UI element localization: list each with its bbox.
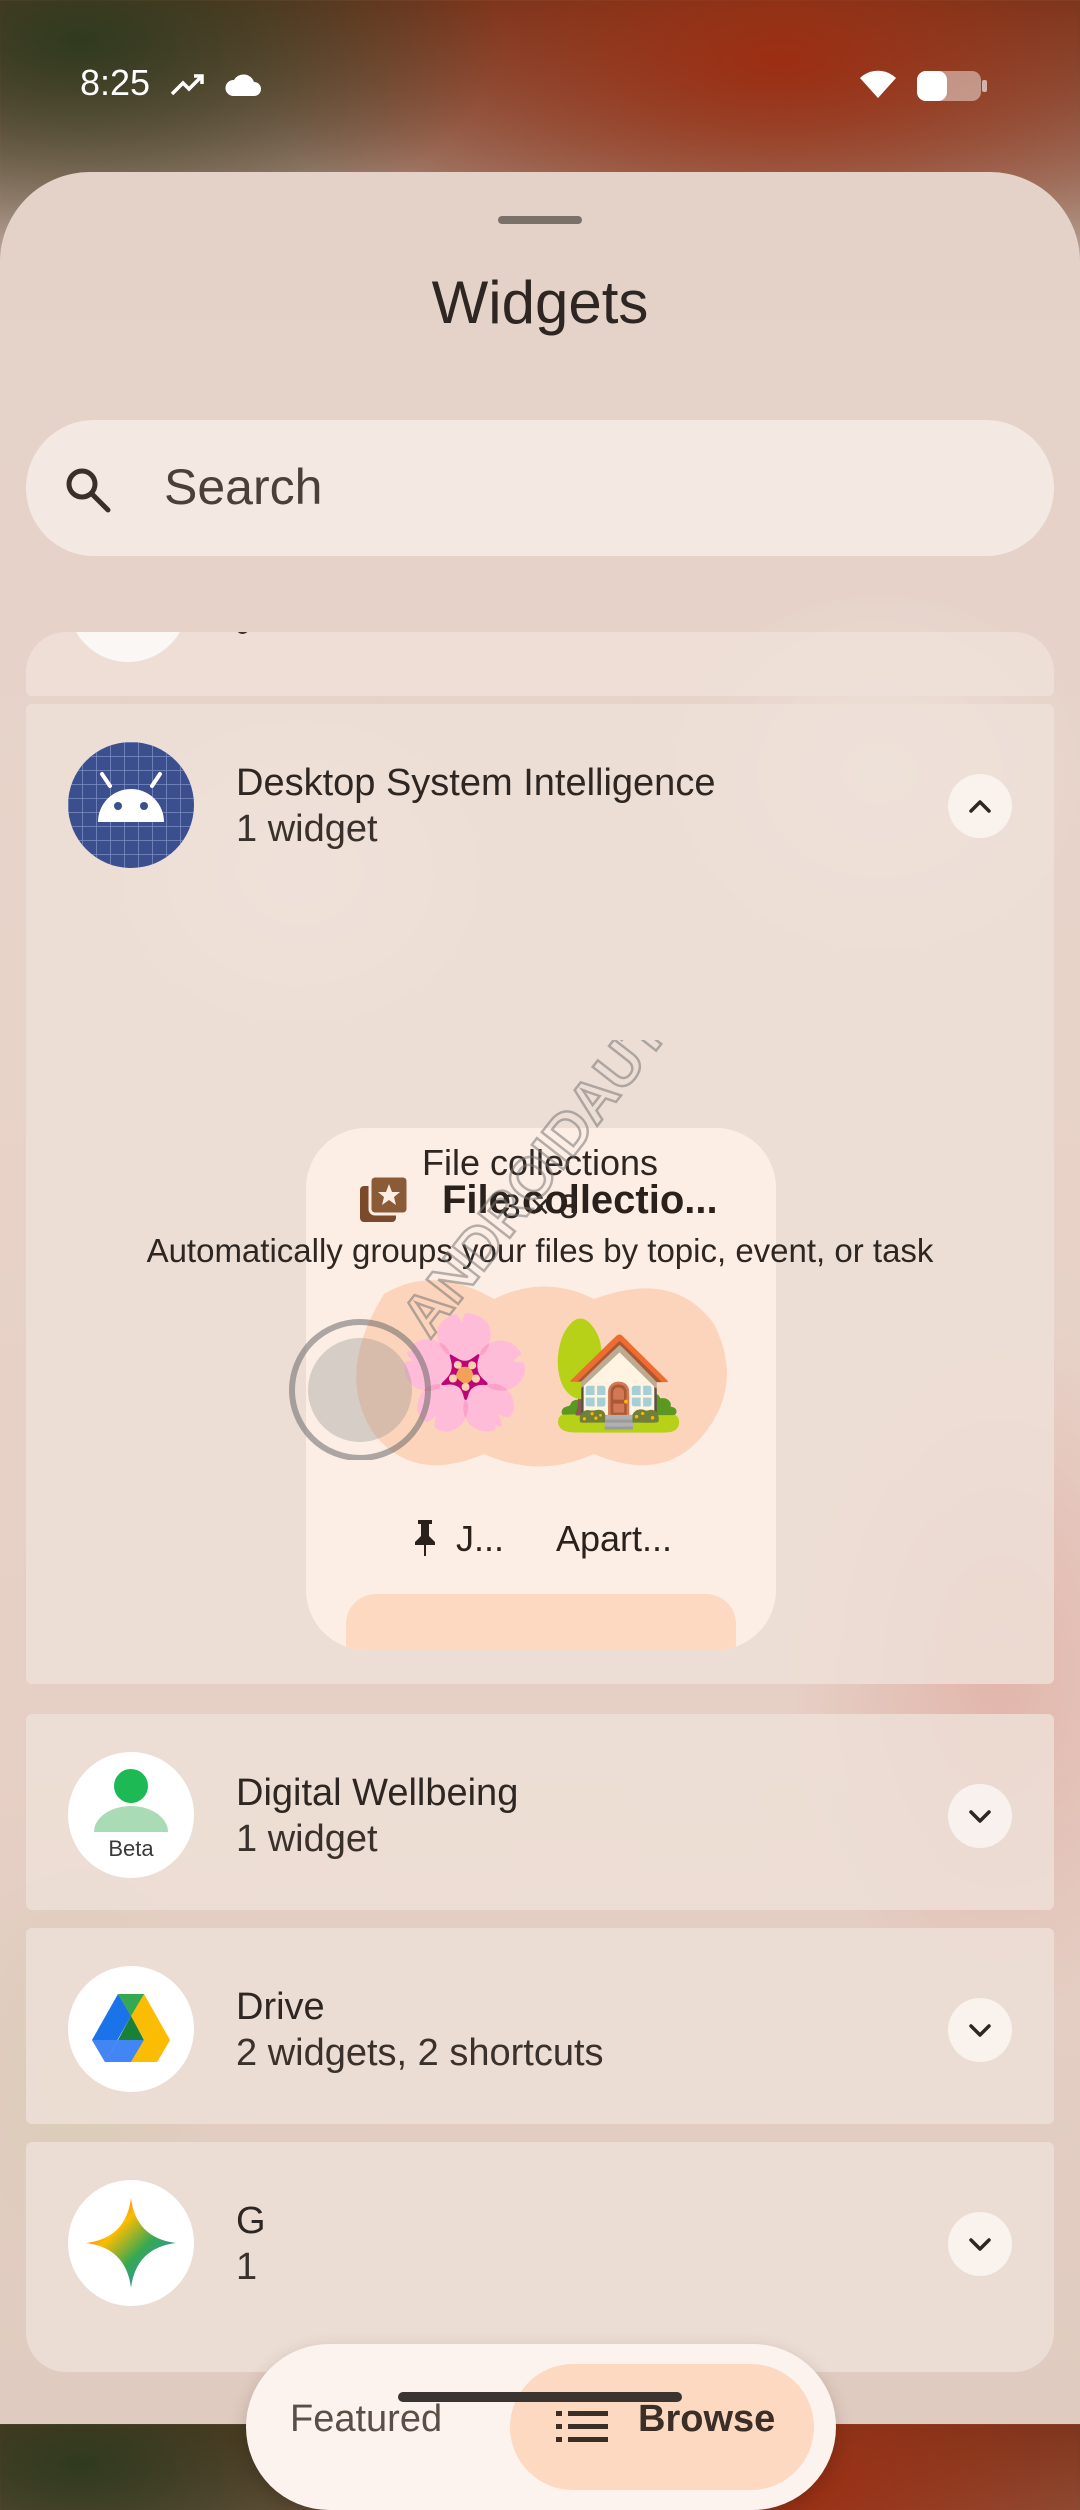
widget-name: File collections xyxy=(421,1142,659,1183)
widget-description: Automatically groups your files by topic… xyxy=(146,1232,934,1269)
list-icon xyxy=(556,2411,608,2442)
app-widget-count: 1 widget xyxy=(236,1818,378,1860)
widget-size: 3 × 3 xyxy=(501,1188,579,1226)
chevron-up-icon xyxy=(969,800,991,813)
gemini-icon xyxy=(68,2180,194,2306)
app-icon xyxy=(68,632,188,662)
trending-icon xyxy=(170,74,204,96)
status-bar: 8:25 xyxy=(0,0,1080,170)
chevron-down-icon xyxy=(969,2024,991,2037)
tab-browse[interactable]: Browse xyxy=(510,2364,814,2490)
flower-thumbnail: 🌸 xyxy=(396,1311,533,1434)
expand-button[interactable] xyxy=(948,1998,1012,2062)
search-bar[interactable]: Search xyxy=(26,420,1054,556)
drive-icon xyxy=(68,1966,194,2092)
app-name: Digital Wellbeing xyxy=(236,1772,519,1814)
app-name: Drive xyxy=(236,1986,325,2028)
collection-label-1: J... xyxy=(456,1518,505,1559)
chevron-down-icon xyxy=(969,2238,991,2251)
sheet-title: Widgets xyxy=(431,269,649,336)
app-widget-count: 1 xyxy=(236,2246,258,2288)
digital-wellbeing-icon: Beta xyxy=(68,1752,194,1878)
drag-handle[interactable] xyxy=(498,216,582,224)
cloud-icon xyxy=(225,74,261,96)
app-widget-count: 2 widgets, 2 shortcuts xyxy=(236,2032,604,2074)
app-name: G xyxy=(236,2200,266,2242)
battery-icon xyxy=(917,71,987,101)
app-card-drive[interactable]: Drive 2 widgets, 2 shortcuts xyxy=(26,1928,1054,2124)
app-card-gemini[interactable]: G 1 xyxy=(26,2142,1054,2372)
chevron-down-icon xyxy=(969,1810,991,1823)
app-name: Desktop System Intelligence xyxy=(236,762,716,804)
wifi-icon xyxy=(860,70,896,98)
search-icon xyxy=(66,468,111,513)
beta-badge: Beta xyxy=(108,1836,154,1861)
android-icon xyxy=(68,742,194,868)
widgets-sheet: Widgets Search Desktop System Intelligen… xyxy=(0,172,1080,2510)
expand-button[interactable] xyxy=(948,2212,1012,2276)
search-input[interactable]: Search xyxy=(164,458,322,516)
app-widget-count: 1 widget xyxy=(236,808,378,850)
partial-text-fragment xyxy=(238,632,248,634)
app-card-digital-wellbeing[interactable]: Beta Digital Wellbeing 1 widget xyxy=(26,1714,1054,1910)
tab-browse-label: Browse xyxy=(638,2398,776,2440)
house-thumbnail: 🏡 xyxy=(550,1311,687,1434)
app-card-partial[interactable] xyxy=(26,632,1054,696)
status-time: 8:25 xyxy=(80,62,151,103)
pin-icon xyxy=(415,1520,435,1556)
collapse-button[interactable] xyxy=(948,774,1012,838)
tab-featured[interactable]: Featured xyxy=(290,2398,442,2441)
gesture-bar[interactable] xyxy=(398,2392,682,2402)
collection-label-2: Apart... xyxy=(556,1518,673,1559)
expand-button[interactable] xyxy=(948,1784,1012,1848)
bottom-tab-bar: Featured Browse xyxy=(246,2344,836,2510)
collection-bottom-shape xyxy=(346,1594,736,1650)
